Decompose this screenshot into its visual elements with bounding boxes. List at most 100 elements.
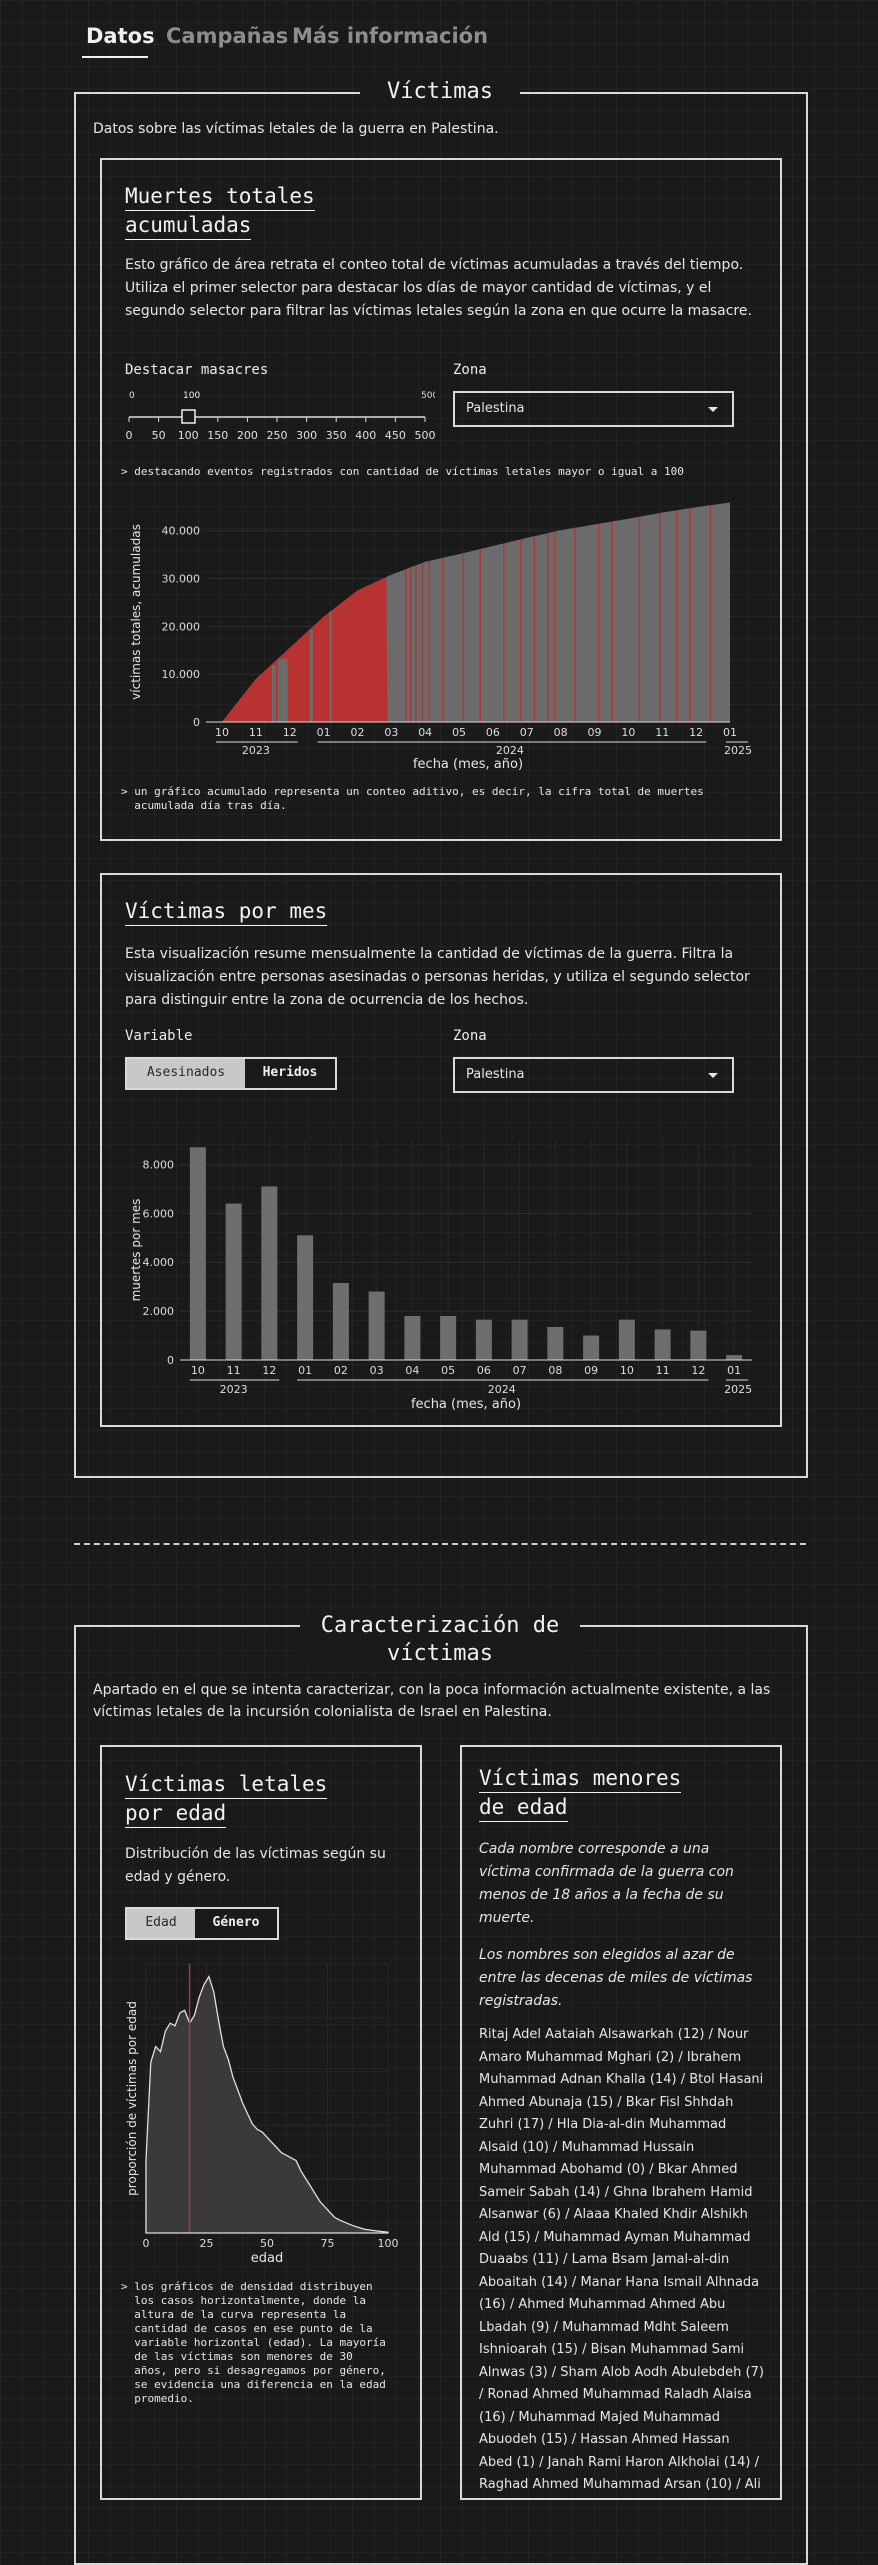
slider-tick-label: 200	[237, 429, 258, 442]
victimas-section-description: Datos sobre las víctimas letales de la g…	[93, 121, 499, 137]
x-tick-label: 50	[260, 2237, 274, 2250]
x-tick-label: 06	[477, 1364, 491, 1377]
x-tick-label: 06	[486, 726, 500, 739]
bar	[654, 1329, 671, 1360]
zona-select-2[interactable]: Palestina	[453, 1057, 734, 1093]
zona-label-2: Zona	[453, 1028, 487, 1044]
year-label: 2025	[724, 744, 752, 757]
por-edad-card-title: Víctimas letales por edad	[125, 1770, 328, 1828]
y-tick-label: 0	[193, 716, 200, 729]
y-axis-title: muertes por mes	[129, 1199, 143, 1302]
monthly-bar-chart: 0 2.000 4.000 6.000 8.000 10 11 12 01 02 03 04 05 06 0…	[129, 1140, 752, 1412]
massacre-highlight	[709, 505, 712, 722]
year-label: 2024	[496, 744, 524, 757]
x-tick-label: 07	[513, 1364, 527, 1377]
zona-select-1[interactable]: Palestina	[453, 391, 734, 427]
y-tick-label: 2.000	[143, 1305, 175, 1318]
massacre-highlight	[442, 557, 444, 722]
menores-intro-1: Cada nombre corresponde a una víctima co…	[479, 1841, 734, 1926]
chevron-down-icon	[708, 407, 718, 412]
y-tick-label: 6.000	[143, 1207, 175, 1220]
massacre-highlight	[638, 516, 641, 722]
x-tick-label: 10	[191, 1364, 205, 1377]
bar	[368, 1291, 385, 1360]
nav-tab-mas-informacion[interactable]: Más información	[292, 24, 488, 48]
massacre-highlight	[675, 510, 678, 722]
bar	[225, 1203, 242, 1360]
non-highlight-gap	[309, 629, 313, 722]
massacre-highlight	[658, 513, 661, 722]
bar	[690, 1330, 707, 1360]
y-tick-label: 40.000	[162, 525, 201, 538]
x-tick-label: 11	[249, 726, 263, 739]
massacre-highlight	[547, 533, 549, 722]
massacre-highlight	[553, 531, 556, 722]
nav-tab-campanas[interactable]: Campañas	[166, 24, 288, 48]
age-density-chart: 0 25 50 75 100 edad proporción de víctimas por…	[125, 1963, 399, 2266]
x-tick-label: 10	[620, 1364, 634, 1377]
zona-select-2-value: Palestina	[466, 1067, 525, 1082]
massacre-highlight	[462, 553, 465, 722]
slider-label: Destacar masacres	[125, 362, 269, 378]
x-tick-label: 12	[689, 726, 703, 739]
toggle-genero[interactable]: Género	[195, 1909, 277, 1938]
massacre-highlight	[404, 569, 407, 722]
x-tick-label: 03	[370, 1364, 384, 1377]
x-tick-label: 12	[262, 1364, 276, 1377]
masacres-slider[interactable]: 0 500 100 0 50 100 150 200 250 300 350 400 450 500	[125, 387, 439, 445]
x-tick-label: 07	[520, 726, 534, 739]
toggle-edad[interactable]: Edad	[127, 1909, 195, 1938]
chevron-down-icon	[708, 1073, 718, 1078]
y-tick-label: 4.000	[143, 1256, 175, 1269]
por-edad-footnote: > los gráficos de densidad distribuyen l…	[121, 2280, 386, 2405]
x-tick-label: 12	[283, 726, 297, 739]
massacre-highlight	[409, 567, 412, 722]
year-label: 2025	[724, 1383, 752, 1396]
x-tick-label: 08	[548, 1364, 562, 1377]
massacre-highlight	[611, 521, 614, 722]
bar	[332, 1283, 349, 1360]
section-divider	[74, 1543, 806, 1545]
nav-active-underline	[82, 56, 148, 58]
slider-tick-label: 0	[126, 429, 133, 442]
toggle-asesinados[interactable]: Asesinados	[127, 1059, 245, 1088]
massacre-highlight	[574, 527, 576, 722]
slider-handle[interactable]	[181, 409, 196, 424]
slider-tick-label: 300	[296, 429, 317, 442]
y-axis-title: víctimas totales, acumuladas	[129, 524, 143, 700]
x-tick-label: 05	[452, 726, 466, 739]
bar	[547, 1327, 564, 1360]
massacre-highlight	[597, 523, 600, 722]
x-tick-label: 04	[418, 726, 432, 739]
bar	[404, 1316, 421, 1360]
massacre-highlight	[533, 536, 536, 722]
x-tick-label: 11	[656, 1364, 670, 1377]
x-tick-label: 11	[655, 726, 669, 739]
por-mes-card-title: Víctimas por mes	[125, 897, 328, 926]
bar	[475, 1319, 492, 1360]
slider-min-label: 0	[129, 391, 135, 401]
slider-svg: 0 500 100 0 50 100 150 200 250 300 350 400 450 500	[126, 391, 439, 442]
slider-tick-label: 350	[326, 429, 347, 442]
nav-tab-datos[interactable]: Datos	[86, 24, 155, 48]
bar	[261, 1186, 278, 1360]
variable-toggle[interactable]: Asesinados Heridos	[125, 1057, 337, 1090]
massacre-highlight	[479, 549, 481, 722]
non-highlight-gap	[277, 658, 288, 722]
x-tick-label: 05	[441, 1364, 455, 1377]
x-tick-label: 02	[350, 726, 364, 739]
y-tick-label: 20.000	[162, 620, 201, 633]
x-tick-label: 0	[143, 2237, 150, 2250]
x-tick-label: 25	[200, 2237, 214, 2250]
x-tick-label: 01	[317, 726, 331, 739]
massacre-highlight	[503, 543, 505, 722]
edad-genero-toggle[interactable]: Edad Género	[125, 1907, 279, 1940]
y-tick-label: 0	[167, 1354, 174, 1367]
x-tick-label: 01	[298, 1364, 312, 1377]
slider-tick-label: 450	[385, 429, 406, 442]
slider-value-label: 100	[183, 391, 200, 401]
x-tick-label: 75	[321, 2237, 335, 2250]
x-tick-label: 02	[334, 1364, 348, 1377]
toggle-heridos[interactable]: Heridos	[245, 1059, 335, 1088]
x-tick-label: 100	[378, 2237, 399, 2250]
